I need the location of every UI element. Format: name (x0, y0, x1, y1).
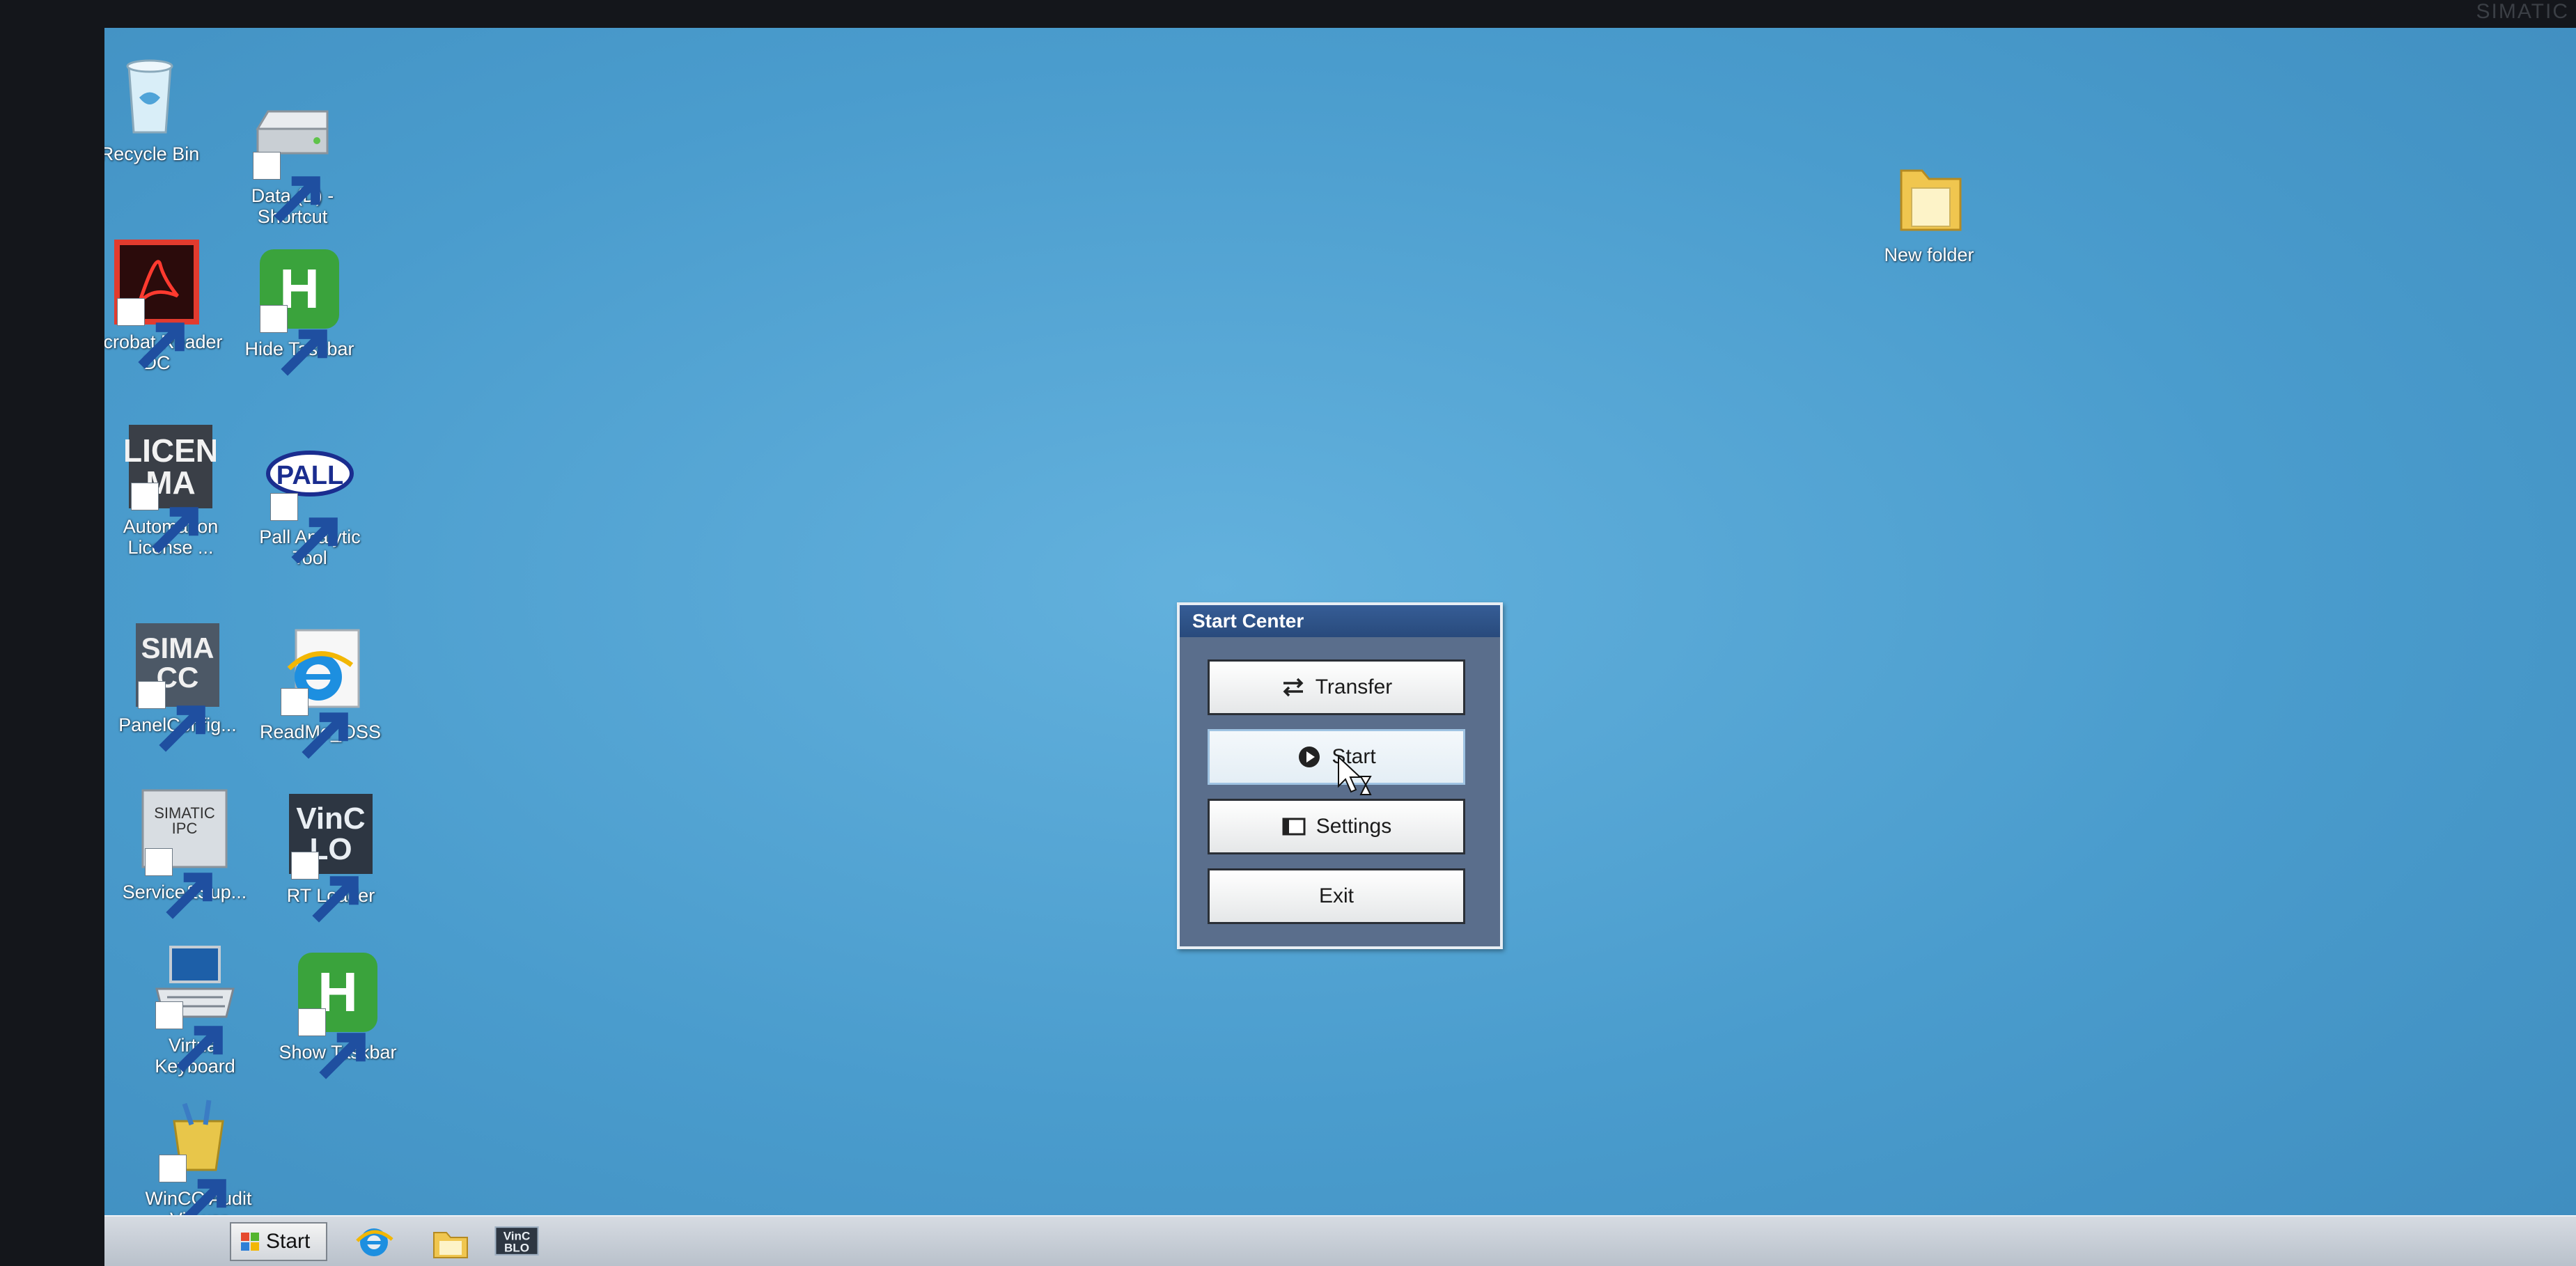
show-taskbar-icon: H (292, 947, 383, 1079)
desktop-icon-data-d-shortcut[interactable]: Data (D) - Shortcut (205, 91, 380, 227)
desktop-icon-new-folder[interactable]: New folder (1842, 150, 2016, 265)
exit-label: Exit (1318, 884, 1354, 907)
simatic-panelconfig-icon: SIMA CC (132, 620, 223, 752)
shortcut-arrow-icon (138, 681, 205, 752)
desktop-icon-readme-oss[interactable]: ReadMe_OSS (233, 627, 407, 759)
shortcut-arrow-icon (117, 298, 185, 369)
settings-window-icon (1281, 814, 1306, 839)
icon-label: New folder (1884, 244, 1974, 265)
shortcut-arrow-icon (159, 1155, 226, 1226)
keyboard-icon (150, 940, 240, 1072)
pall-logo-icon: PALL (265, 432, 355, 564)
windows-logo-icon (240, 1231, 260, 1252)
svg-text:VinCBLO: VinC BLO (504, 1230, 531, 1255)
drive-icon (247, 91, 338, 223)
shortcut-arrow-icon (253, 152, 320, 223)
play-icon (1297, 744, 1322, 769)
exit-button[interactable]: Exit (1208, 868, 1465, 924)
shortcut-arrow-icon (131, 483, 198, 554)
shortcut-arrow-icon (298, 1008, 366, 1079)
recycle-bin-icon (104, 49, 195, 139)
desktop-icon-wincc-audit[interactable]: WinCC Audit Viewer (111, 1093, 286, 1230)
dialog-title: Start Center (1180, 605, 1500, 637)
taskbar-file-explorer-icon[interactable] (428, 1220, 473, 1262)
busy-cursor-icon (1337, 755, 1372, 797)
desktop-icon-rt-loader[interactable]: VinC LO RT Loader (244, 790, 418, 923)
folder-icon (1884, 150, 1974, 240)
internet-explorer-icon (275, 627, 366, 759)
start-menu-button[interactable]: Start (230, 1222, 327, 1261)
desktop-icon-show-taskbar[interactable]: H Show Taskbar (251, 947, 425, 1079)
shortcut-arrow-icon (270, 493, 338, 564)
taskbar-wincc-runtime-icon[interactable]: VinC BLO (494, 1220, 557, 1262)
settings-label: Settings (1316, 815, 1392, 838)
settings-button[interactable]: Settings (1208, 799, 1465, 854)
hide-taskbar-icon: H (254, 244, 345, 376)
transfer-button[interactable]: Transfer (1208, 659, 1465, 715)
wincc-rt-loader-icon: VinC LO (286, 790, 376, 923)
transfer-label: Transfer (1315, 675, 1393, 698)
shortcut-arrow-icon (291, 852, 359, 923)
monitor-brand-text: SIMATIC (2476, 0, 2569, 23)
desktop-icon-hide-taskbar[interactable]: H Hide Taskbar (212, 244, 387, 376)
simatic-ipc-icon: SIMATIC IPC (139, 787, 230, 919)
start-label: Start (266, 1230, 311, 1253)
shortcut-arrow-icon (155, 1001, 223, 1072)
shortcut-arrow-icon (281, 688, 348, 759)
svg-text:PALL: PALL (276, 461, 343, 490)
shortcut-arrow-icon (260, 305, 327, 376)
start-button[interactable]: Start (1208, 729, 1465, 785)
wincc-audit-icon (153, 1093, 244, 1226)
taskbar (104, 1215, 2576, 1266)
automation-license-icon: LICEN MA (125, 421, 216, 554)
acrobat-reader-icon (111, 237, 202, 369)
taskbar-internet-explorer-icon[interactable] (352, 1220, 396, 1262)
desktop-icon-pall-analytic[interactable]: PALL Pall Analytic Tool (223, 432, 397, 568)
transfer-arrows-icon (1281, 675, 1306, 700)
shortcut-arrow-icon (145, 848, 212, 919)
